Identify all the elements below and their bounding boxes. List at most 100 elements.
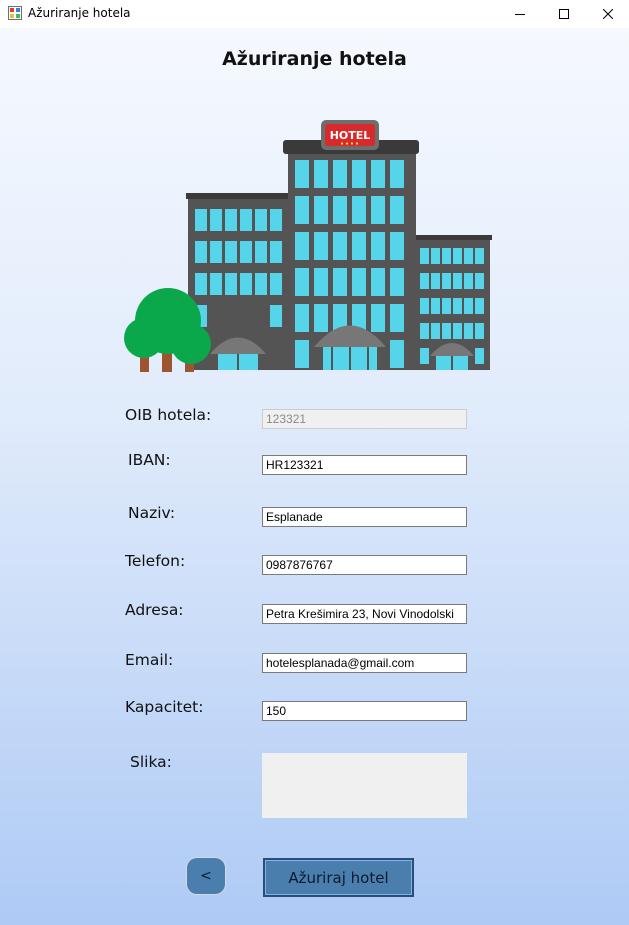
building-window <box>464 248 473 264</box>
building-window <box>371 232 385 260</box>
close-icon <box>603 9 613 19</box>
building-window <box>442 298 451 314</box>
adresa-input[interactable] <box>262 604 467 624</box>
building-window <box>464 273 473 289</box>
building-window <box>295 160 309 188</box>
building-window <box>240 241 252 263</box>
adresa-label: Adresa: <box>125 601 184 619</box>
building-window <box>475 348 484 364</box>
oib-input[interactable] <box>262 409 467 429</box>
building-window <box>371 196 385 224</box>
building-window <box>314 268 328 296</box>
iban-label: IBAN: <box>128 451 171 469</box>
building-window <box>453 248 462 264</box>
building-window <box>390 196 404 224</box>
maximize-icon <box>559 9 569 19</box>
building-window <box>420 298 429 314</box>
building-window <box>314 160 328 188</box>
building-window <box>195 241 207 263</box>
building-window <box>225 209 237 231</box>
building-window <box>352 268 366 296</box>
building-window <box>475 248 484 264</box>
building-window <box>453 298 462 314</box>
back-button[interactable]: < <box>187 858 225 894</box>
building-window <box>371 160 385 188</box>
building-window <box>352 160 366 188</box>
iban-input[interactable] <box>262 455 467 475</box>
close-button[interactable] <box>585 0 629 28</box>
building-window <box>295 268 309 296</box>
app-icon <box>8 6 22 20</box>
building-window <box>195 273 207 295</box>
building-window <box>420 273 429 289</box>
naziv-label: Naziv: <box>128 504 176 522</box>
building-window <box>442 323 451 339</box>
update-hotel-button[interactable]: Ažuriraj hotel <box>263 858 414 897</box>
building-window <box>240 273 252 295</box>
building-window <box>255 273 267 295</box>
building-window <box>464 298 473 314</box>
building-window <box>270 305 282 327</box>
minimize-icon <box>515 14 525 15</box>
building-window <box>255 241 267 263</box>
building-window <box>442 273 451 289</box>
building-window <box>442 248 451 264</box>
title-bar: Ažuriranje hotela <box>0 0 629 28</box>
telefon-input[interactable] <box>262 555 467 575</box>
building-window <box>431 298 440 314</box>
building-window <box>255 209 267 231</box>
building-window <box>390 232 404 260</box>
hotel-building-illustration: HOTEL <box>124 120 492 372</box>
building-window <box>295 340 309 368</box>
hotel-sign-text: HOTEL <box>330 129 371 142</box>
building-window <box>475 323 484 339</box>
building-window <box>420 248 429 264</box>
building-window <box>314 232 328 260</box>
maximize-button[interactable] <box>541 0 587 28</box>
building-window <box>270 273 282 295</box>
building-window <box>390 160 404 188</box>
building-window <box>225 273 237 295</box>
building-window <box>420 348 429 364</box>
building-window <box>295 196 309 224</box>
email-label: Email: <box>125 651 174 669</box>
telefon-label: Telefon: <box>125 552 186 570</box>
building-window <box>333 232 347 260</box>
building-window <box>390 304 404 332</box>
building-window <box>390 340 404 368</box>
email-input[interactable] <box>262 653 467 673</box>
app-window: Ažuriranje hotela Ažuriranje hotela HOTE… <box>0 0 629 925</box>
building-window <box>371 304 385 332</box>
building-window <box>270 209 282 231</box>
hotel-sign: HOTEL <box>321 120 379 150</box>
building-window <box>352 196 366 224</box>
building-window <box>431 273 440 289</box>
building-window <box>333 268 347 296</box>
building-window <box>210 273 222 295</box>
building-window <box>453 273 462 289</box>
building-window <box>295 232 309 260</box>
window-title: Ažuriranje hotela <box>28 6 131 20</box>
page-title: Ažuriranje hotela <box>222 48 407 70</box>
minimize-button[interactable] <box>497 0 543 28</box>
building-window <box>225 241 237 263</box>
building-window <box>390 268 404 296</box>
building-window <box>314 196 328 224</box>
building-window <box>270 241 282 263</box>
building-window <box>371 268 385 296</box>
building-window <box>333 160 347 188</box>
building-window <box>195 209 207 231</box>
building-window <box>431 323 440 339</box>
hotel-image-box[interactable] <box>262 753 467 818</box>
slika-label: Slika: <box>130 753 172 771</box>
building-window <box>352 232 366 260</box>
kapacitet-input[interactable] <box>262 701 467 721</box>
building-window <box>475 273 484 289</box>
building-window <box>475 298 484 314</box>
building-window <box>210 241 222 263</box>
kapacitet-label: Kapacitet: <box>125 698 204 716</box>
building-window <box>420 323 429 339</box>
building-window <box>333 196 347 224</box>
naziv-input[interactable] <box>262 507 467 527</box>
building-window <box>314 304 328 332</box>
